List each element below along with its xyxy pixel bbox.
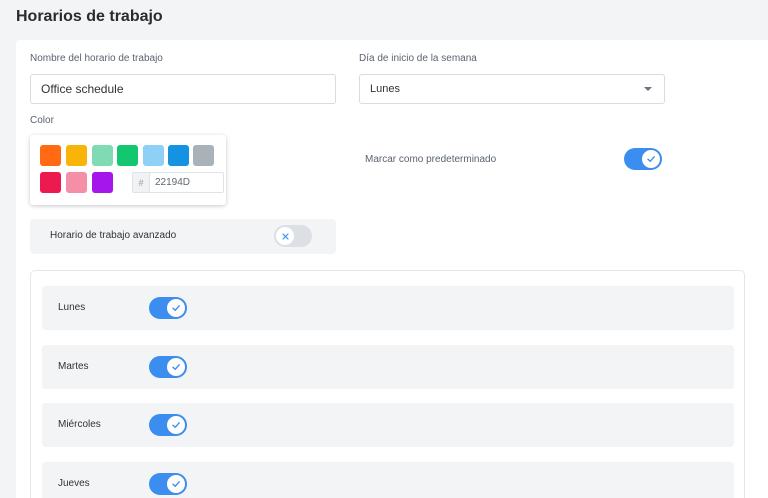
color-swatch[interactable] [92, 172, 113, 193]
week-start-label: Día de inicio de la semana [359, 53, 477, 64]
week-start-select[interactable]: Lunes [359, 74, 665, 104]
day-toggle[interactable] [149, 356, 187, 378]
color-swatch[interactable] [117, 145, 138, 166]
schedule-form-card: Nombre del horario de trabajo Office sch… [16, 40, 768, 498]
day-row: Jueves [42, 462, 734, 498]
day-toggle[interactable] [149, 473, 187, 495]
x-icon [276, 227, 294, 245]
day-toggle[interactable] [149, 414, 187, 436]
check-icon [167, 358, 185, 376]
schedule-name-value: Office schedule [41, 82, 124, 96]
color-swatch[interactable] [193, 145, 214, 166]
color-swatch[interactable] [40, 145, 61, 166]
caret-down-icon [644, 87, 652, 91]
day-row: Miércoles [42, 403, 734, 447]
hash-icon: # [133, 173, 150, 192]
schedule-name-input[interactable]: Office schedule [30, 74, 336, 104]
advanced-schedule-toggle[interactable] [274, 225, 312, 247]
check-icon [167, 416, 185, 434]
day-label: Jueves [58, 478, 90, 489]
hex-color-input[interactable]: # 22194D [132, 172, 224, 193]
color-swatch[interactable] [40, 172, 61, 193]
day-row: Martes [42, 345, 734, 389]
color-swatch[interactable] [92, 145, 113, 166]
schedule-name-label: Nombre del horario de trabajo [30, 53, 163, 64]
page-title: Horarios de trabajo [16, 8, 163, 25]
color-swatch[interactable] [143, 145, 164, 166]
day-label: Martes [58, 361, 89, 372]
color-swatch[interactable] [168, 145, 189, 166]
advanced-schedule-row: Horario de trabajo avanzado [30, 219, 336, 254]
color-swatch[interactable] [66, 172, 87, 193]
color-label: Color [30, 115, 54, 126]
week-start-value: Lunes [370, 83, 400, 95]
day-label: Lunes [58, 302, 86, 313]
default-toggle[interactable] [624, 148, 662, 170]
hex-color-value: 22194D [155, 177, 191, 188]
day-row: Lunes [42, 286, 734, 330]
check-icon [167, 475, 185, 493]
weekdays-panel: Lunes Martes Miércoles Jueves [30, 270, 745, 498]
day-toggle[interactable] [149, 297, 187, 319]
default-label: Marcar como predeterminado [365, 154, 497, 165]
check-icon [642, 150, 660, 168]
color-picker: # 22194D [30, 135, 226, 205]
color-swatch[interactable] [66, 145, 87, 166]
advanced-schedule-label: Horario de trabajo avanzado [50, 230, 177, 241]
check-icon [167, 299, 185, 317]
day-label: Miércoles [58, 419, 101, 430]
